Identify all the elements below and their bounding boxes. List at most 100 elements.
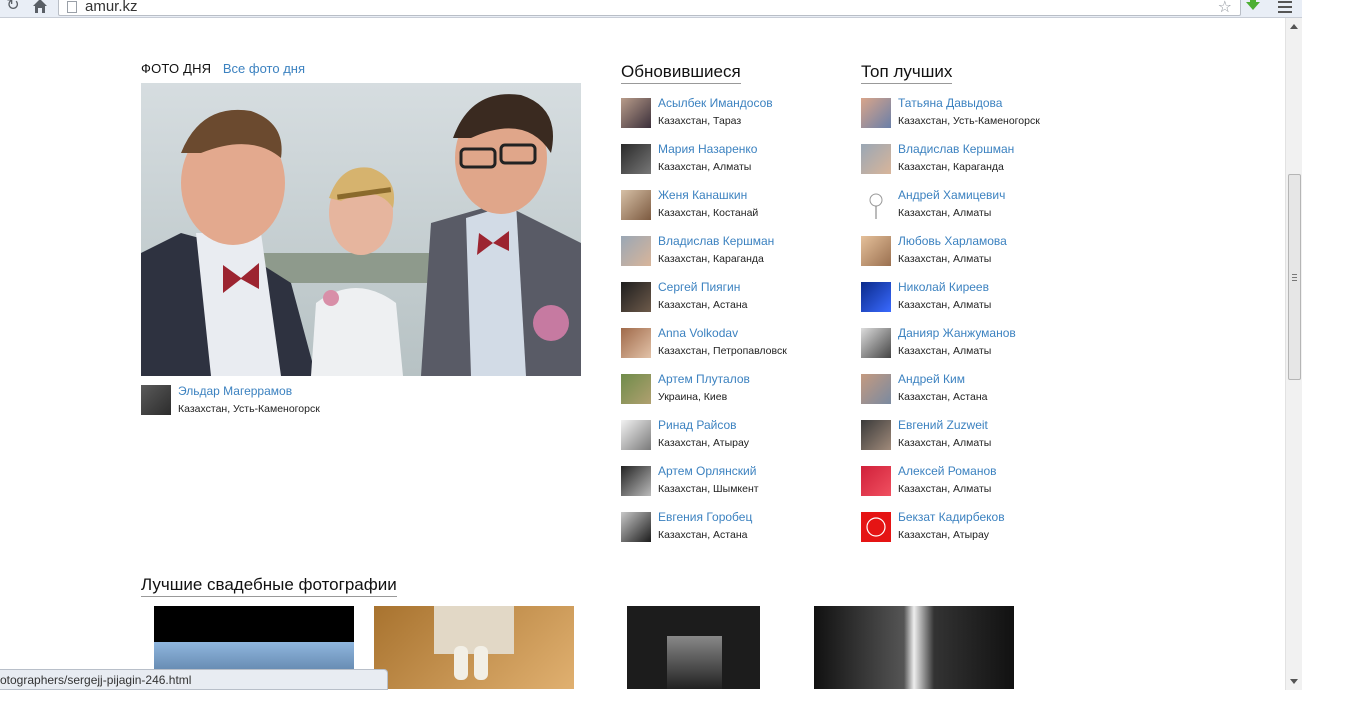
avatar[interactable] <box>861 328 891 358</box>
avatar[interactable] <box>861 420 891 450</box>
best-wedding-title: Лучшие свадебные фотографии <box>141 575 397 597</box>
wedding-photo-thumb[interactable] <box>814 606 1014 689</box>
list-item: Артем Плуталов Украина, Киев <box>621 372 851 418</box>
address-bar[interactable]: amur.kz ☆ <box>58 0 1241 16</box>
user-name[interactable]: Николай Киреев <box>898 280 989 294</box>
avatar[interactable] <box>861 98 891 128</box>
list-item: Женя Канашкин Казахстан, Костанай <box>621 188 851 234</box>
scroll-up-icon[interactable] <box>1290 24 1298 29</box>
avatar[interactable] <box>621 328 651 358</box>
wedding-photo-thumb[interactable] <box>627 606 760 689</box>
avatar[interactable] <box>621 512 651 542</box>
avatar[interactable] <box>861 282 891 312</box>
list-item: Андрей Ким Казахстан, Астана <box>861 372 1091 418</box>
home-icon[interactable] <box>31 0 49 15</box>
user-name[interactable]: Ринад Райсов <box>658 418 737 432</box>
user-name[interactable]: Андрей Хамицевич <box>898 188 1005 202</box>
avatar[interactable] <box>621 98 651 128</box>
list-item: Мария Назаренко Казахстан, Алматы <box>621 142 851 188</box>
avatar[interactable] <box>621 144 651 174</box>
user-location: Казахстан, Атырау <box>658 437 749 449</box>
star-icon[interactable]: ☆ <box>1218 0 1232 17</box>
user-name[interactable]: Бекзат Кадирбеков <box>898 510 1005 524</box>
user-name[interactable]: Женя Канашкин <box>658 188 747 202</box>
user-location: Казахстан, Астана <box>658 529 748 541</box>
user-name[interactable]: Андрей Ким <box>898 372 965 386</box>
scrollbar[interactable] <box>1285 18 1302 690</box>
user-location: Казахстан, Астана <box>898 391 988 403</box>
avatar[interactable] <box>861 144 891 174</box>
user-location: Казахстан, Алматы <box>658 161 752 173</box>
user-name[interactable]: Данияр Жанжуманов <box>898 326 1016 340</box>
user-location: Казахстан, Усть-Каменогорск <box>898 115 1040 127</box>
list-item: Артем Орлянский Казахстан, Шымкент <box>621 464 851 510</box>
photo-of-day-title: ФОТО ДНЯ <box>141 61 212 76</box>
scroll-down-icon[interactable] <box>1290 679 1298 684</box>
status-bar: otographers/sergejj-pijagin-246.html <box>0 669 388 690</box>
list-item: Бекзат Кадирбеков Казахстан, Атырау <box>861 510 1091 556</box>
user-location: Казахстан, Алматы <box>898 299 992 311</box>
list-item: Евгения Горобец Казахстан, Астана <box>621 510 851 556</box>
user-name[interactable]: Асылбек Имандосов <box>658 96 773 110</box>
updated-title: Обновившиеся <box>621 62 741 84</box>
user-name[interactable]: Артем Плуталов <box>658 372 750 386</box>
list-item: Алексей Романов Казахстан, Алматы <box>861 464 1091 510</box>
user-name[interactable]: Сергей Пиягин <box>658 280 740 294</box>
photo-of-day-image[interactable] <box>141 83 581 376</box>
user-location: Казахстан, Караганда <box>898 161 1004 173</box>
list-item: Николай Киреев Казахстан, Алматы <box>861 280 1091 326</box>
reload-icon[interactable]: ↻ <box>4 0 22 15</box>
download-arrow-icon[interactable] <box>1244 0 1262 14</box>
list-item: Любовь Харламова Казахстан, Алматы <box>861 234 1091 280</box>
user-location: Казахстан, Алматы <box>898 253 992 265</box>
user-location: Казахстан, Алматы <box>898 345 992 357</box>
user-name[interactable]: Любовь Харламова <box>898 234 1007 248</box>
updated-list: Асылбек Имандосов Казахстан, Тараз Мария… <box>621 96 851 556</box>
avatar[interactable] <box>141 385 171 415</box>
avatar[interactable] <box>621 236 651 266</box>
user-location: Казахстан, Петропавловск <box>658 345 787 357</box>
avatar[interactable] <box>621 374 651 404</box>
all-photos-of-day-link[interactable]: Все фото дня <box>223 61 305 76</box>
user-name[interactable]: Мария Назаренко <box>658 142 757 156</box>
avatar[interactable] <box>861 374 891 404</box>
avatar[interactable] <box>861 512 891 542</box>
user-name[interactable]: Евгения Горобец <box>658 510 752 524</box>
list-item: Владислав Кершман Казахстан, Караганда <box>621 234 851 280</box>
list-item: Anna Volkodav Казахстан, Петропавловск <box>621 326 851 372</box>
list-item: Асылбек Имандосов Казахстан, Тараз <box>621 96 851 142</box>
avatar[interactable] <box>861 466 891 496</box>
list-item: Ринад Райсов Казахстан, Атырау <box>621 418 851 464</box>
list-item: Данияр Жанжуманов Казахстан, Алматы <box>861 326 1091 372</box>
user-name[interactable]: Артем Орлянский <box>658 464 756 478</box>
user-name[interactable]: Владислав Кершман <box>898 142 1014 156</box>
avatar[interactable] <box>861 190 891 220</box>
scroll-thumb[interactable] <box>1288 174 1301 380</box>
page-icon <box>67 1 77 13</box>
user-location: Казахстан, Алматы <box>898 483 992 495</box>
user-name[interactable]: Евгений Zuzweit <box>898 418 988 432</box>
user-location: Казахстан, Алматы <box>898 207 992 219</box>
menu-icon[interactable] <box>1278 1 1292 16</box>
user-location: Казахстан, Костанай <box>658 207 759 219</box>
user-name[interactable]: Anna Volkodav <box>658 326 738 340</box>
user-location: Казахстан, Караганда <box>658 253 764 265</box>
list-item: Евгений Zuzweit Казахстан, Алматы <box>861 418 1091 464</box>
avatar[interactable] <box>621 420 651 450</box>
user-name[interactable]: Владислав Кершман <box>658 234 774 248</box>
avatar[interactable] <box>621 466 651 496</box>
wedding-photo-thumb[interactable] <box>374 606 574 689</box>
avatar[interactable] <box>621 190 651 220</box>
user-location: Казахстан, Астана <box>658 299 748 311</box>
url-text[interactable]: amur.kz <box>85 0 138 15</box>
avatar[interactable] <box>621 282 651 312</box>
user-name[interactable]: Алексей Романов <box>898 464 997 478</box>
avatar[interactable] <box>861 236 891 266</box>
author-name[interactable]: Эльдар Магеррамов <box>178 384 292 398</box>
user-location: Казахстан, Шымкент <box>658 483 759 495</box>
photo-of-day-header: ФОТО ДНЯ Все фото дня <box>141 61 305 76</box>
user-location: Казахстан, Тараз <box>658 115 742 127</box>
top-list: Татьяна Давыдова Казахстан, Усть-Каменог… <box>861 96 1091 556</box>
list-item: Андрей Хамицевич Казахстан, Алматы <box>861 188 1091 234</box>
user-name[interactable]: Татьяна Давыдова <box>898 96 1002 110</box>
